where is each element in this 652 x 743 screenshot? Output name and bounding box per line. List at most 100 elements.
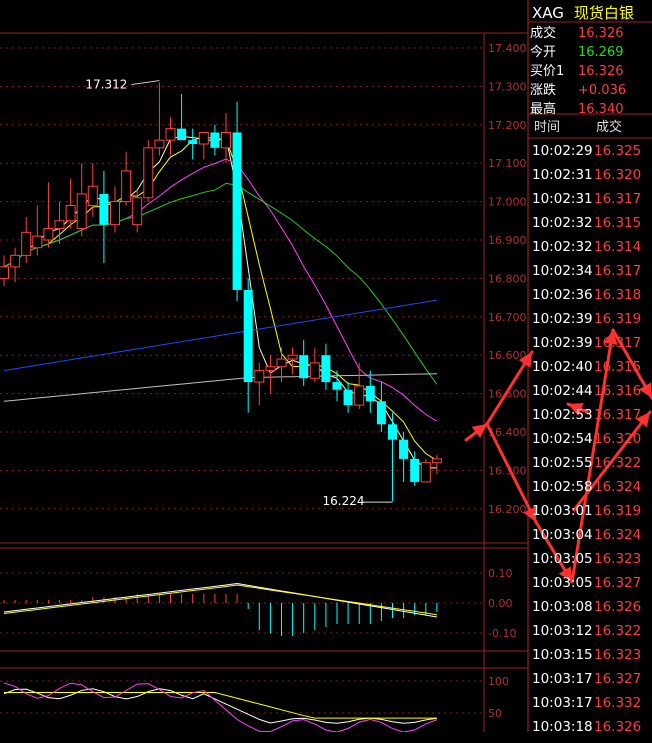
quote-row: 成交 16.326 [530, 22, 624, 41]
candle-body-up [32, 235, 43, 249]
tick-row: 10:02:2916.325 [532, 143, 641, 167]
quote-label: 涨跌 [530, 83, 557, 98]
tick-time: 10:03:17 [532, 671, 593, 687]
candle-body-down [332, 382, 342, 390]
tick-price: 16.315 [594, 215, 642, 231]
tick-price: 16.316 [594, 383, 642, 399]
tick-row: 10:03:0516.327 [532, 575, 641, 599]
candle-body-up [0, 266, 9, 279]
tick-time: 10:02:31 [532, 191, 593, 207]
candle-body-up [431, 458, 442, 464]
tick-price: 16.317 [594, 407, 642, 423]
price-axis-label: 17.400 [488, 42, 527, 55]
tick-price: 16.315 [594, 359, 642, 375]
tick-price: 16.326 [594, 719, 642, 735]
candle-body-down [210, 132, 220, 148]
quote-panel: XAG 现货白银 成交 16.326 今开 16.269 买价1 16.326 涨跌 +0.03… [528, 0, 652, 735]
macd-axis-label: 0.00 [488, 597, 513, 610]
tick-row: 10:02:3916.319 [532, 311, 641, 335]
tick-row: 10:02:4416.316 [532, 383, 641, 407]
tick-price: 16.317 [594, 263, 642, 279]
candle-body-down [343, 389, 353, 406]
quote-value: 16.340 [578, 102, 624, 117]
tick-time: 10:02:44 [532, 383, 593, 399]
candle-body-down [299, 355, 309, 379]
instrument-header: XAG 现货白银 [532, 2, 634, 23]
candle-body-up [21, 231, 32, 256]
candle-body-up [132, 197, 143, 226]
tick-row: 10:02:5416.320 [532, 431, 641, 455]
instrument-code: XAG [532, 4, 564, 22]
tick-time: 10:03:05 [532, 575, 593, 591]
price-axis-label: 17.300 [488, 80, 527, 93]
candle-body-up [43, 227, 54, 241]
tick-row: 10:03:0116.319 [532, 503, 641, 527]
tick-price: 16.314 [594, 239, 642, 255]
ma-line [3, 299, 437, 372]
kdj-axis-label: 50 [488, 707, 502, 720]
candle-body-up [254, 370, 265, 383]
candle-body-up [54, 220, 65, 229]
candle-body-up [354, 385, 365, 406]
tick-price: 16.324 [594, 527, 642, 543]
tick-row: 10:03:1716.327 [532, 671, 641, 695]
ma-line [3, 136, 438, 461]
quote-label: 买价1 [530, 64, 565, 79]
tick-row: 10:02:5316.317 [532, 407, 641, 431]
candle-body-down [399, 439, 409, 459]
macd-dea-line [3, 584, 437, 616]
price-axis-label: 17.000 [488, 196, 527, 209]
candle-body-up [143, 147, 154, 199]
moving-average-lines [3, 135, 438, 469]
macd-axis-label: 0.10 [488, 567, 513, 580]
tick-price: 16.327 [594, 575, 642, 591]
tick-row: 10:03:1816.326 [532, 719, 641, 743]
tick-price: 16.320 [594, 167, 642, 183]
tick-row: 10:02:3416.317 [532, 263, 641, 287]
quote-row: 买价1 16.326 [530, 60, 624, 79]
tick-row: 10:02:3916.317 [532, 335, 641, 359]
macd-panel: 0.10 0.00 -0.10 [0, 567, 516, 640]
candle-body-down [365, 385, 375, 402]
tick-row: 10:02:3616.318 [532, 287, 641, 311]
price-axis-label: 17.100 [488, 157, 527, 170]
candle-body-up [287, 354, 298, 360]
tick-price: 16.327 [594, 671, 642, 687]
quote-value: 16.326 [578, 64, 624, 79]
candle-body-up [198, 131, 209, 145]
tick-row: 10:02:3116.317 [532, 191, 641, 215]
quote-value: 16.269 [578, 45, 624, 60]
tick-price: 16.325 [594, 143, 642, 159]
low-label: 16.224 [323, 494, 365, 508]
candle-body-up [309, 362, 320, 379]
candle-body-up [110, 201, 120, 226]
tick-time: 10:02:32 [532, 215, 593, 231]
quote-label: 成交 [530, 26, 557, 41]
quote-value: 16.326 [578, 26, 624, 41]
tick-price: 16.322 [594, 455, 642, 471]
tick-time: 10:02:39 [532, 335, 593, 351]
quote-label: 今开 [530, 45, 557, 60]
instrument-name: 现货白银 [573, 4, 634, 22]
tick-row: 10:03:0416.324 [532, 527, 641, 551]
candle-body-down [376, 401, 386, 425]
candle-body-down [188, 140, 198, 144]
candle-body-up [121, 170, 132, 203]
tick-time: 10:02:29 [532, 143, 593, 159]
tick-price: 16.320 [594, 431, 642, 447]
ma-line [3, 135, 437, 469]
tick-row: 10:03:1716.332 [532, 695, 641, 719]
tick-row: 10:03:1216.322 [532, 623, 641, 647]
candle-body-up [221, 131, 231, 149]
tick-time: 10:03:15 [532, 647, 593, 663]
tick-time: 10:02:58 [532, 479, 593, 495]
quote-row: 今开 16.269 [530, 41, 624, 60]
tick-time: 10:03:08 [532, 599, 593, 615]
candle-body-up [65, 204, 76, 222]
tick-time: 10:03:04 [532, 527, 593, 543]
tick-price: 16.324 [594, 479, 642, 495]
ma-line [3, 158, 438, 422]
tick-time: 10:02:53 [532, 407, 593, 423]
candle-body-down [321, 355, 331, 383]
tick-time: 10:03:17 [532, 695, 593, 711]
